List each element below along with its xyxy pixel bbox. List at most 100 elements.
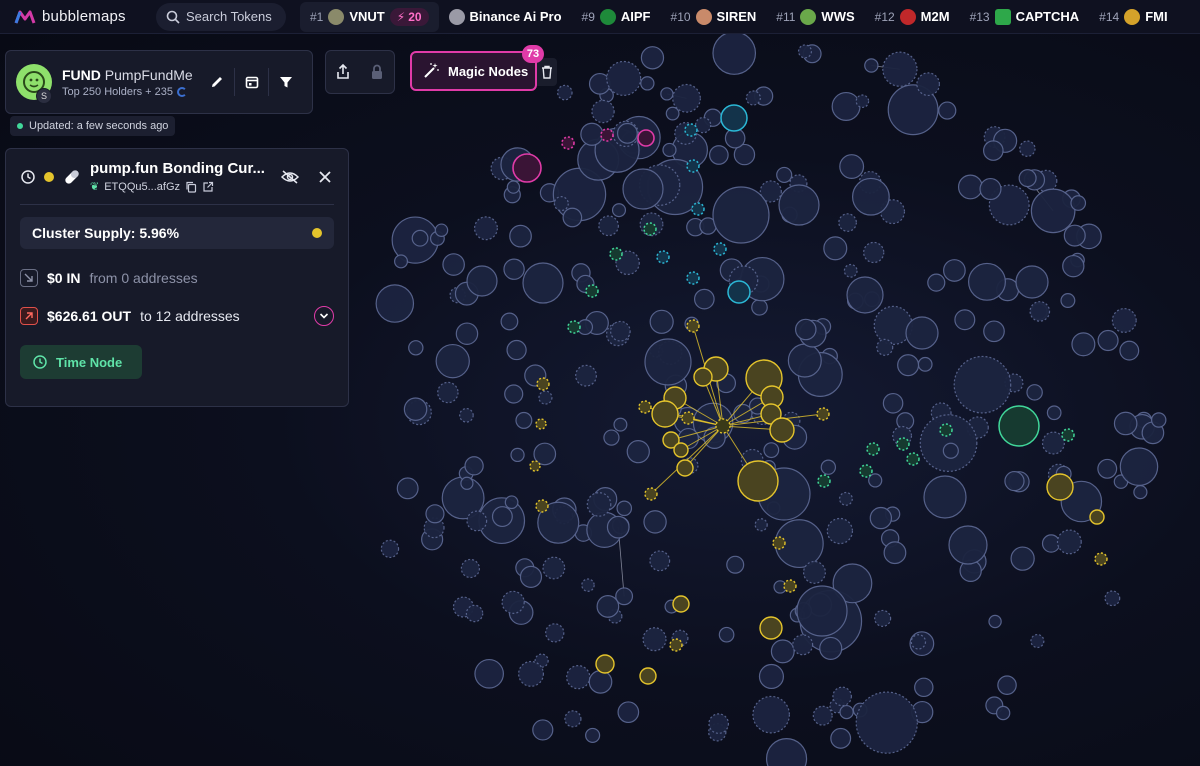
holder-bubble[interactable] <box>916 72 941 97</box>
holder-bubble[interactable] <box>1150 412 1167 428</box>
holder-bubble[interactable] <box>832 686 852 707</box>
holder-bubble-yellow[interactable] <box>772 536 786 550</box>
holder-bubble[interactable] <box>606 60 642 96</box>
share-icon[interactable] <box>335 63 351 81</box>
holder-bubble[interactable] <box>942 442 959 459</box>
holder-bubble[interactable] <box>712 31 757 75</box>
holder-bubble[interactable] <box>585 727 601 743</box>
holder-bubble[interactable] <box>765 738 808 766</box>
holder-bubble[interactable] <box>455 322 479 345</box>
holder-bubble[interactable] <box>830 727 852 749</box>
holder-bubble[interactable] <box>874 609 892 627</box>
holder-bubble[interactable] <box>1041 431 1065 455</box>
holder-bubble[interactable] <box>1104 590 1121 607</box>
cluster-bubble[interactable] <box>681 411 695 425</box>
holder-bubble[interactable] <box>491 506 513 528</box>
holder-bubble-cyan[interactable] <box>686 159 700 173</box>
holder-bubble[interactable] <box>506 180 521 194</box>
expand-outflow-button[interactable] <box>314 306 334 326</box>
holder-bubble[interactable] <box>855 94 870 109</box>
holder-bubble-magenta[interactable] <box>561 136 575 150</box>
holder-bubble-green[interactable] <box>906 452 920 466</box>
holder-bubble[interactable] <box>518 660 545 687</box>
holder-bubble[interactable] <box>464 456 484 476</box>
clock-icon[interactable] <box>20 169 36 185</box>
holder-bubble[interactable] <box>820 459 837 475</box>
holder-bubble[interactable] <box>708 145 729 165</box>
holder-bubble[interactable] <box>917 356 933 372</box>
holder-bubble[interactable] <box>501 590 525 614</box>
holder-bubble-yellow[interactable] <box>536 377 550 391</box>
calendar-button[interactable] <box>234 68 268 96</box>
magic-nodes-button[interactable]: Magic Nodes <box>410 51 537 91</box>
holder-bubble[interactable] <box>542 556 566 580</box>
holder-bubble[interactable] <box>504 495 519 510</box>
holder-bubble[interactable] <box>586 492 612 517</box>
holder-bubble[interactable] <box>459 407 474 423</box>
holder-bubble-cyan[interactable] <box>727 280 751 304</box>
holder-bubble[interactable] <box>839 154 865 180</box>
holder-bubble[interactable] <box>839 704 854 720</box>
time-node-button[interactable]: Time Node <box>20 345 142 379</box>
holder-bubble[interactable] <box>611 203 627 218</box>
cluster-bubble[interactable] <box>651 400 679 428</box>
holder-bubble[interactable] <box>553 196 569 212</box>
holder-bubble[interactable] <box>797 44 813 59</box>
holder-bubble[interactable] <box>693 288 715 310</box>
holder-bubble[interactable] <box>437 381 459 404</box>
holder-bubble[interactable] <box>863 241 885 264</box>
holder-bubble[interactable] <box>532 719 554 741</box>
cluster-bubble[interactable] <box>693 367 713 387</box>
holder-bubble[interactable] <box>640 46 665 70</box>
holder-bubble[interactable] <box>545 623 565 643</box>
holder-bubble-yellow[interactable] <box>1046 473 1074 501</box>
holder-bubble[interactable] <box>712 186 770 244</box>
holder-bubble[interactable] <box>851 177 890 216</box>
holder-bubble-magenta[interactable] <box>512 153 542 183</box>
holder-bubble[interactable] <box>694 116 712 134</box>
holder-bubble[interactable] <box>375 284 415 323</box>
holder-bubble-cyan[interactable] <box>656 250 670 264</box>
holder-bubble[interactable] <box>396 477 419 500</box>
holder-bubble[interactable] <box>1018 169 1037 188</box>
holder-bubble-green[interactable] <box>859 464 873 478</box>
holder-bubble[interactable] <box>562 207 583 228</box>
holder-bubble[interactable] <box>503 258 525 280</box>
hide-eye-icon[interactable] <box>280 169 300 185</box>
holder-bubble[interactable] <box>575 364 597 387</box>
holder-bubble[interactable] <box>882 51 918 87</box>
cluster-hub-bubble[interactable] <box>715 418 731 434</box>
holder-bubble[interactable] <box>770 639 795 664</box>
holder-bubble-yellow[interactable] <box>1089 509 1105 525</box>
holder-bubble[interactable] <box>1097 458 1118 479</box>
holder-bubble[interactable] <box>538 390 553 405</box>
holder-bubble[interactable] <box>979 177 1002 201</box>
holder-bubble[interactable] <box>442 253 465 276</box>
holder-bubble[interactable] <box>465 604 484 623</box>
search-box[interactable]: Search Tokens <box>156 2 286 31</box>
holder-bubble[interactable] <box>745 90 761 106</box>
holder-bubble[interactable] <box>519 565 543 589</box>
holder-bubble[interactable] <box>967 262 1006 301</box>
holder-bubble[interactable] <box>838 213 857 232</box>
holder-bubble[interactable] <box>474 658 504 689</box>
cluster-bubble[interactable] <box>644 487 658 501</box>
trending-item[interactable]: #13 CAPTCHA <box>960 0 1090 34</box>
holder-bubble[interactable] <box>403 397 428 421</box>
holder-bubble[interactable] <box>588 670 613 694</box>
holder-bubble[interactable] <box>640 76 655 91</box>
holder-bubble[interactable] <box>838 491 853 506</box>
holder-bubble[interactable] <box>1010 546 1035 571</box>
lock-icon[interactable] <box>369 63 385 81</box>
holder-bubble[interactable] <box>1029 301 1051 322</box>
trending-item[interactable]: #14 FMI <box>1089 0 1177 34</box>
holder-bubble[interactable] <box>751 299 768 316</box>
holder-bubble-cyan[interactable] <box>713 242 727 256</box>
holder-bubble-yellow[interactable] <box>595 654 615 674</box>
holder-bubble[interactable] <box>411 229 429 247</box>
holder-bubble[interactable] <box>954 309 976 331</box>
trending-item[interactable]: #11 WWS <box>766 0 864 34</box>
holder-bubble[interactable] <box>616 122 638 144</box>
holder-bubble[interactable] <box>914 677 934 698</box>
holder-bubble[interactable] <box>1119 340 1140 361</box>
